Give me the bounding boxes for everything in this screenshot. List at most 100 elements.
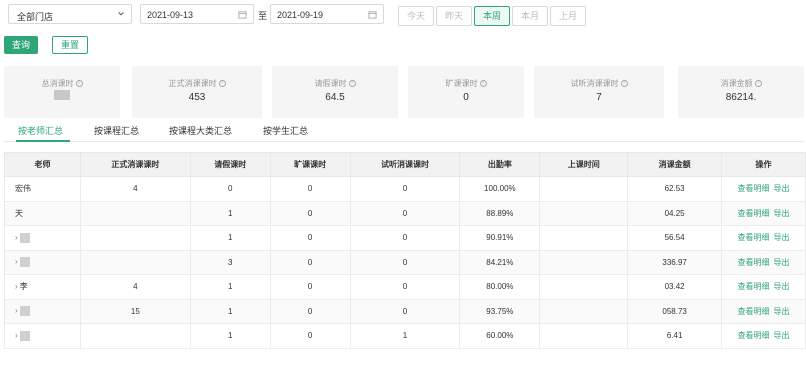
trial-cell-text: 0: [402, 306, 408, 316]
export-link[interactable]: 导出: [774, 233, 790, 242]
help-icon[interactable]: ?: [348, 80, 356, 88]
view-detail-link[interactable]: 查看明细: [738, 331, 770, 340]
expand-icon[interactable]: ›: [15, 257, 18, 266]
rate-cell-text: 100.00%: [484, 184, 516, 194]
reset-button[interactable]: 重置: [52, 36, 88, 54]
col-absent[interactable]: 旷课课时: [269, 152, 351, 177]
summary-card-total: 总消课时?: [4, 66, 120, 118]
redacted-name: [19, 257, 30, 268]
trial-cell: 1: [349, 323, 461, 349]
summary-label: 请假课时: [314, 79, 347, 88]
date-separator: 至: [258, 11, 268, 21]
table-row: › 3 0 0 84.21% 336.97 查看明细 导出: [4, 249, 806, 275]
formal-cell: [79, 249, 191, 275]
quick-this-month-button[interactable]: 本月: [512, 6, 548, 26]
summary-value: 7: [596, 92, 602, 103]
expand-icon[interactable]: ›: [15, 233, 18, 242]
formal-cell-text: 4: [133, 282, 138, 292]
rate-cell: 88.89%: [459, 200, 541, 226]
export-link[interactable]: 导出: [774, 331, 790, 340]
tab-by-teacher[interactable]: 按老师汇总: [18, 124, 63, 137]
expand-icon[interactable]: ›: [15, 331, 18, 340]
view-detail-link[interactable]: 查看明细: [738, 282, 770, 291]
teacher-cell[interactable]: ›: [4, 298, 81, 324]
summary-card-absent: 旷课课时? 0: [408, 66, 524, 118]
export-link[interactable]: 导出: [774, 307, 790, 316]
formal-cell: 4: [79, 274, 191, 300]
active-tab-indicator: [16, 140, 70, 142]
export-link[interactable]: 导出: [774, 282, 790, 291]
actions-cell: 查看明细 导出: [721, 274, 806, 300]
absent-cell-text: 0: [307, 306, 313, 316]
quick-this-week-button[interactable]: 本周: [474, 6, 510, 26]
amount-cell-text: 058.73: [662, 306, 687, 316]
date-end-input[interactable]: 2021-09-19: [270, 4, 384, 24]
absent-cell: 0: [269, 249, 351, 275]
query-button[interactable]: 查询: [4, 36, 38, 54]
export-link[interactable]: 导出: [774, 258, 790, 267]
time-cell: [539, 225, 629, 251]
expand-icon[interactable]: ›: [15, 282, 18, 291]
expand-icon[interactable]: ›: [15, 306, 18, 315]
summary-label: 旷课课时: [445, 79, 478, 88]
amount-cell-text: 03.42: [664, 282, 685, 292]
view-detail-link[interactable]: 查看明细: [738, 209, 770, 218]
date-start-input[interactable]: 2021-09-13: [140, 4, 254, 24]
col-time[interactable]: 上课时间: [539, 152, 629, 177]
view-detail-link[interactable]: 查看明细: [738, 258, 770, 267]
col-leave[interactable]: 请假课时: [189, 152, 271, 177]
view-detail-link[interactable]: 查看明细: [738, 307, 770, 316]
rate-cell-text: 88.89%: [486, 208, 514, 218]
tab-by-course-category[interactable]: 按课程大类汇总: [169, 124, 232, 137]
col-rate[interactable]: 出勤率: [459, 152, 541, 177]
quick-yesterday-button[interactable]: 昨天: [436, 6, 472, 26]
col-formal[interactable]: 正式消课课时: [79, 152, 191, 177]
absent-cell: 0: [269, 298, 351, 324]
teacher-cell[interactable]: › 李: [4, 274, 81, 300]
export-link[interactable]: 导出: [774, 209, 790, 218]
absent-cell-text: 0: [307, 184, 313, 194]
teacher-cell[interactable]: ›: [4, 249, 81, 275]
tab-by-student[interactable]: 按学生汇总: [263, 124, 308, 137]
col-amount[interactable]: 消课金额: [627, 152, 723, 177]
amount-cell: 04.25: [627, 200, 723, 226]
leave-cell: 1: [189, 200, 271, 226]
teacher-cell[interactable]: ›: [4, 323, 81, 349]
store-select-value: 全部门店: [17, 12, 54, 22]
help-icon[interactable]: ?: [75, 80, 83, 88]
store-select[interactable]: 全部门店: [8, 4, 132, 24]
time-cell: [539, 200, 629, 226]
table-row: › 李 4 1 0 0 80.00% 03.42 查看明细 导出: [4, 274, 806, 300]
amount-cell: 62.53: [627, 176, 723, 202]
teacher-cell[interactable]: 宏伟: [4, 176, 81, 202]
absent-cell: 0: [269, 200, 351, 226]
export-link[interactable]: 导出: [774, 184, 790, 193]
teacher-cell[interactable]: ›: [4, 225, 81, 251]
trial-cell: 0: [349, 298, 461, 324]
col-trial[interactable]: 试听消课课时: [349, 152, 461, 177]
teacher-cell-text: 宏伟: [15, 184, 31, 194]
absent-cell-text: 0: [307, 208, 313, 218]
teacher-cell-text: 李: [19, 282, 28, 292]
quick-last-month-button[interactable]: 上月: [550, 6, 586, 26]
amount-cell: 03.42: [627, 274, 723, 300]
teacher-summary-table: 老师 正式消课课时 请假课时 旷课课时 试听消课课时 出勤率 上课时间 消课金额…: [4, 152, 806, 349]
trial-cell: 0: [349, 274, 461, 300]
tab-by-course[interactable]: 按课程汇总: [94, 124, 139, 137]
view-detail-link[interactable]: 查看明细: [738, 233, 770, 242]
help-icon[interactable]: ?: [218, 80, 226, 88]
time-cell: [539, 274, 629, 300]
date-end-value: 2021-09-19: [277, 10, 324, 20]
table-row: › 15 1 0 0 93.75% 058.73 查看明细 导出: [4, 298, 806, 324]
col-teacher[interactable]: 老师: [4, 152, 81, 177]
summary-card-amount: 消课金额? 86214.: [678, 66, 804, 118]
help-icon[interactable]: ?: [620, 80, 628, 88]
help-icon[interactable]: ?: [479, 80, 487, 88]
leave-cell: 1: [189, 274, 271, 300]
help-icon[interactable]: ?: [754, 80, 762, 88]
amount-cell-text: 56.54: [664, 233, 685, 243]
leave-cell: 1: [189, 323, 271, 349]
quick-today-button[interactable]: 今天: [398, 6, 434, 26]
teacher-cell[interactable]: 天: [4, 200, 81, 226]
view-detail-link[interactable]: 查看明细: [738, 184, 770, 193]
